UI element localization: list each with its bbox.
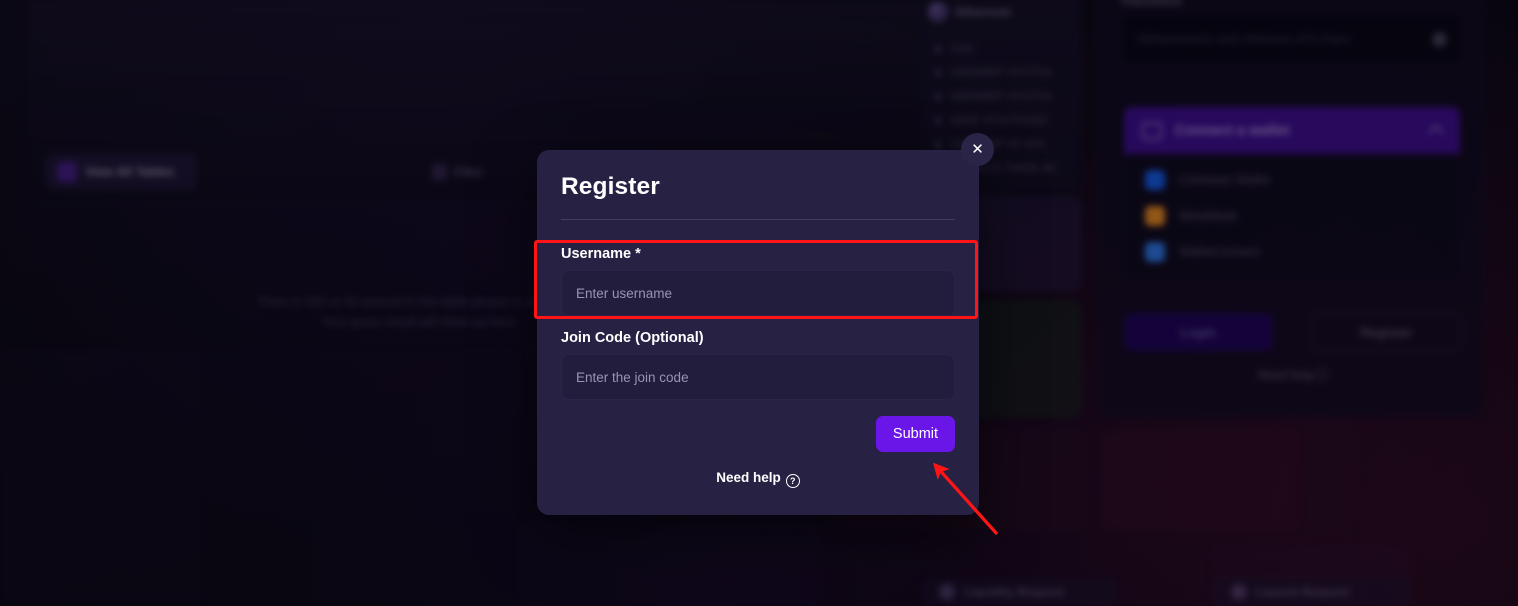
join-code-label: Join Code (Optional)	[561, 330, 704, 346]
register-modal: Register Username * Join Code (Optional)…	[537, 150, 979, 515]
username-input[interactable]	[561, 270, 955, 316]
username-label: Username *	[561, 246, 641, 262]
modal-need-help-label: Need help	[716, 470, 781, 485]
app-root: View All Tables Filter There is 500 or 4…	[0, 0, 1518, 606]
modal-title: Register	[561, 173, 660, 200]
close-icon[interactable]: ✕	[961, 133, 994, 166]
modal-need-help-link[interactable]: Need help?	[537, 470, 979, 488]
join-code-input[interactable]	[561, 354, 955, 400]
modal-divider	[561, 219, 955, 220]
submit-button[interactable]: Submit	[876, 416, 955, 452]
question-circle-icon: ?	[785, 474, 800, 488]
